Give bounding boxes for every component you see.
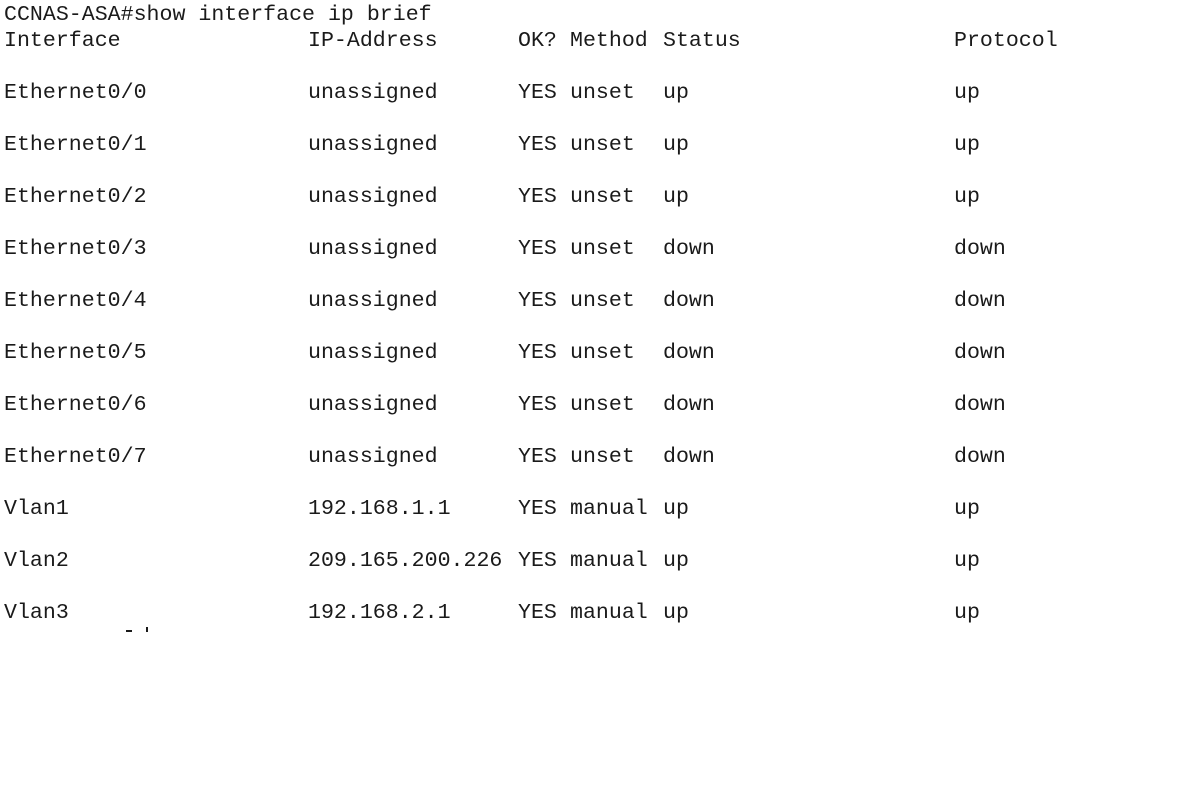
ip-address: unassigned	[308, 341, 438, 365]
interface-name: Ethernet0/1	[4, 133, 147, 157]
header-ip-address: IP-Address	[308, 29, 438, 53]
table-row: Ethernet0/6 unassigned YES unset down do…	[0, 392, 1006, 418]
table-row: Ethernet0/0 unassigned YES unset up up	[0, 80, 980, 106]
protocol-value: up	[954, 549, 980, 573]
status-value: up	[663, 549, 689, 573]
interface-name: Vlan1	[4, 497, 69, 521]
interface-name: Ethernet0/5	[4, 341, 147, 365]
interface-name: Ethernet0/0	[4, 81, 147, 105]
status-value: up	[663, 133, 689, 157]
table-row: Ethernet0/1 unassigned YES unset up up	[0, 132, 980, 158]
protocol-value: down	[954, 341, 1006, 365]
interface-name: Ethernet0/6	[4, 393, 147, 417]
ip-address: 192.168.2.1	[308, 601, 451, 625]
method-value: unset	[570, 341, 635, 365]
interface-name: Ethernet0/4	[4, 289, 147, 313]
table-row: Ethernet0/2 unassigned YES unset up up	[0, 184, 980, 210]
method-value: unset	[570, 237, 635, 261]
ip-address: 209.165.200.226	[308, 549, 503, 573]
table-row: Vlan3 192.168.2.1 YES manual up up	[0, 600, 980, 626]
protocol-value: down	[954, 445, 1006, 469]
ok-value: YES	[518, 185, 557, 209]
cut-off-text-fragment	[126, 626, 152, 632]
header-interface: Interface	[4, 29, 121, 53]
method-value: manual	[570, 549, 648, 573]
method-value: manual	[570, 497, 648, 521]
ip-address: unassigned	[308, 185, 438, 209]
interface-name: Ethernet0/3	[4, 237, 147, 261]
ip-address: unassigned	[308, 81, 438, 105]
command-line: CCNAS-ASA#show interface ip brief	[4, 3, 432, 27]
protocol-value: up	[954, 601, 980, 625]
method-value: unset	[570, 133, 635, 157]
status-value: down	[663, 289, 715, 313]
status-value: up	[663, 81, 689, 105]
terminal-output[interactable]: CCNAS-ASA#show interface ip brief Interf…	[0, 0, 1201, 632]
status-value: down	[663, 237, 715, 261]
interface-name: Vlan3	[4, 601, 69, 625]
protocol-value: up	[954, 133, 980, 157]
protocol-value: up	[954, 81, 980, 105]
header-status: Status	[663, 29, 741, 53]
header-method: Method	[570, 29, 648, 53]
status-value: up	[663, 185, 689, 209]
protocol-value: down	[954, 289, 1006, 313]
status-value: up	[663, 601, 689, 625]
header-ok: OK?	[518, 29, 557, 53]
protocol-value: down	[954, 237, 1006, 261]
ok-value: YES	[518, 393, 557, 417]
status-value: down	[663, 341, 715, 365]
ip-address: unassigned	[308, 289, 438, 313]
protocol-value: up	[954, 185, 980, 209]
ok-value: YES	[518, 341, 557, 365]
ip-address: unassigned	[308, 393, 438, 417]
ip-address: unassigned	[308, 133, 438, 157]
table-row: Vlan1 192.168.1.1 YES manual up up	[0, 496, 980, 522]
table-row: Ethernet0/4 unassigned YES unset down do…	[0, 288, 1006, 314]
ok-value: YES	[518, 497, 557, 521]
header-protocol: Protocol	[954, 29, 1058, 53]
table-row: Ethernet0/3 unassigned YES unset down do…	[0, 236, 1006, 262]
ok-value: YES	[518, 289, 557, 313]
ok-value: YES	[518, 601, 557, 625]
ok-value: YES	[518, 445, 557, 469]
ok-value: YES	[518, 81, 557, 105]
protocol-value: down	[954, 393, 1006, 417]
method-value: unset	[570, 81, 635, 105]
ok-value: YES	[518, 549, 557, 573]
ok-value: YES	[518, 133, 557, 157]
interface-name: Ethernet0/7	[4, 445, 147, 469]
interface-name: Vlan2	[4, 549, 69, 573]
status-value: up	[663, 497, 689, 521]
status-value: down	[663, 445, 715, 469]
method-value: manual	[570, 601, 648, 625]
status-value: down	[663, 393, 715, 417]
table-row: Vlan2 209.165.200.226 YES manual up up	[0, 548, 980, 574]
method-value: unset	[570, 185, 635, 209]
table-header: Interface IP-Address OK? Method Status P…	[0, 28, 1058, 54]
method-value: unset	[570, 393, 635, 417]
ip-address: unassigned	[308, 445, 438, 469]
ip-address: 192.168.1.1	[308, 497, 451, 521]
method-value: unset	[570, 445, 635, 469]
ip-address: unassigned	[308, 237, 438, 261]
ok-value: YES	[518, 237, 557, 261]
method-value: unset	[570, 289, 635, 313]
interface-name: Ethernet0/2	[4, 185, 147, 209]
table-row: Ethernet0/7 unassigned YES unset down do…	[0, 444, 1006, 470]
protocol-value: up	[954, 497, 980, 521]
table-row: Ethernet0/5 unassigned YES unset down do…	[0, 340, 1006, 366]
